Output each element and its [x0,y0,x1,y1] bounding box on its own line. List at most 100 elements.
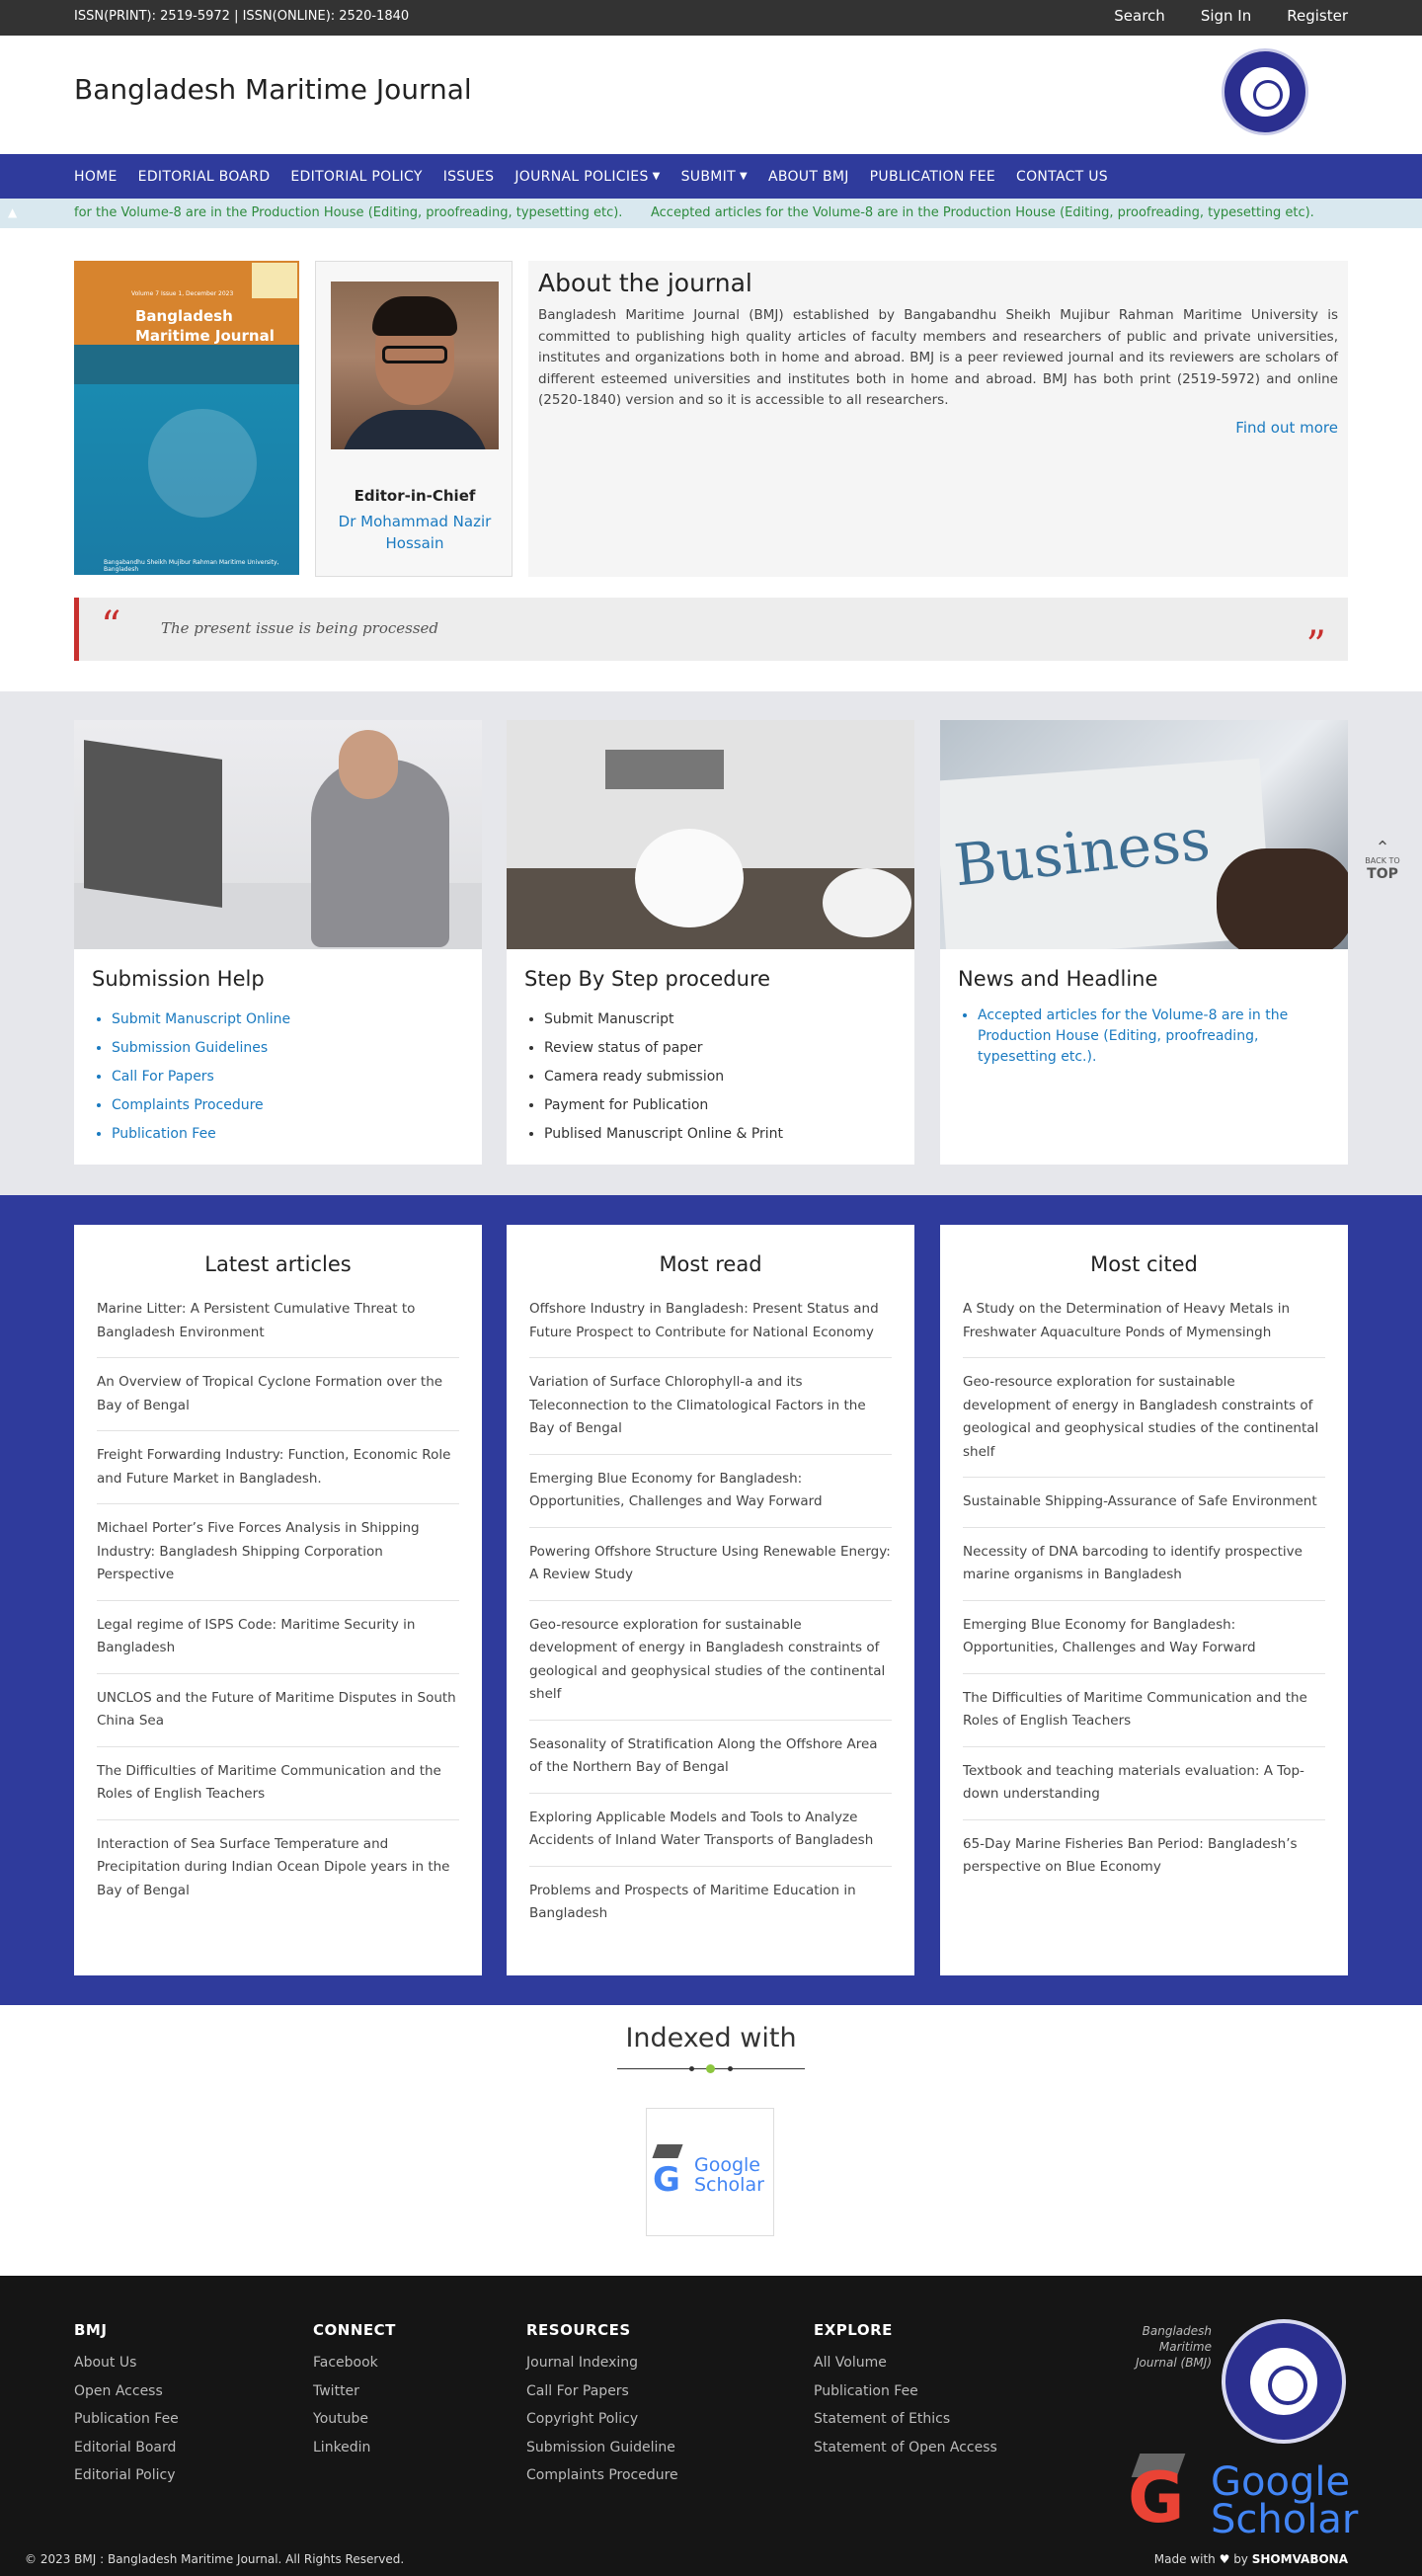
google-scholar-logo[interactable]: G Google Scholar [646,2108,774,2236]
quote-text: The present issue is being processed [161,619,439,637]
divider-dot [706,2064,715,2073]
list-item: Review status of paper [544,1034,783,1063]
google-g-icon: G [653,2160,680,2200]
list-item[interactable]: Submit Manuscript Online [112,1006,290,1034]
article-link[interactable]: A Study on the Determination of Heavy Me… [963,1298,1325,1358]
article-link[interactable]: Marine Litter: A Persistent Cumulative T… [97,1298,459,1358]
find-out-more-link[interactable]: Find out more [1235,419,1338,437]
step-by-step-image [507,720,914,949]
article-link[interactable]: Variation of Surface Chlorophyll-a and i… [529,1371,892,1455]
nav-issues[interactable]: ISSUES [443,169,495,185]
list-item[interactable]: Publication Fee [112,1120,290,1149]
article-link[interactable]: Interaction of Sea Surface Temperature a… [97,1833,459,1916]
footer-link[interactable]: Submission Guideline [526,2434,678,2462]
made-with-credit: Made with ♥ by SHOMVABONA [1153,2552,1348,2566]
footer-link[interactable]: Editorial Board [74,2434,179,2462]
article-link[interactable]: 65-Day Marine Fisheries Ban Period: Bang… [963,1833,1325,1892]
site-title[interactable]: Bangladesh Maritime Journal [74,73,472,106]
site-footer: BMJ About Us Open Access Publication Fee… [0,2276,1422,2576]
footer-link[interactable]: Statement of Ethics [814,2405,997,2434]
article-link[interactable]: Necessity of DNA barcoding to identify p… [963,1541,1325,1601]
news-list: Accepted articles for the Volume-8 are i… [978,1006,1294,1068]
nav-about-bmj[interactable]: ABOUT BMJ [768,169,849,185]
nav-submit[interactable]: SUBMIT ▼ [681,169,748,185]
article-link[interactable]: The Difficulties of Maritime Communicati… [97,1760,459,1820]
list-item: Publised Manuscript Online & Print [544,1120,783,1149]
footer-link[interactable]: Statement of Open Access [814,2434,997,2462]
ticker-item[interactable]: Accepted articles for the Volume-8 are i… [651,205,1314,220]
article-link[interactable]: Problems and Prospects of Maritime Educa… [529,1880,892,1939]
editor-role: Editor-in-Chief [354,487,476,505]
footer-link[interactable]: Publication Fee [814,2377,997,2406]
nav-journal-policies[interactable]: JOURNAL POLICIES ▼ [514,169,660,185]
nav-contact-us[interactable]: CONTACT US [1016,169,1108,185]
footer-link[interactable]: Twitter [313,2377,396,2406]
article-link[interactable]: Emerging Blue Economy for Bangladesh: Op… [529,1468,892,1528]
footer-link[interactable]: Complaints Procedure [526,2461,678,2490]
footer-link[interactable]: Linkedin [313,2434,396,2462]
step-by-step-card: Step By Step procedure Submit Manuscript… [507,720,914,1165]
column-title: Most cited [1090,1252,1198,1276]
footer-col-explore: EXPLORE All Volume Publication Fee State… [814,2321,997,2461]
footer-link[interactable]: Publication Fee [74,2405,179,2434]
article-link[interactable]: Powering Offshore Structure Using Renewa… [529,1541,892,1601]
article-link[interactable]: Textbook and teaching materials evaluati… [963,1760,1325,1820]
list-item[interactable]: Complaints Procedure [112,1091,290,1120]
nav-editorial-policy[interactable]: EDITORIAL POLICY [290,169,422,185]
nav-editorial-board[interactable]: EDITORIAL BOARD [138,169,271,185]
article-link[interactable]: Emerging Blue Economy for Bangladesh: Op… [963,1614,1325,1674]
article-link[interactable]: Geo-resource exploration for sustainable… [963,1371,1325,1478]
footer-google-scholar-logo[interactable]: G Google Scholar [1128,2452,1358,2542]
footer-link[interactable]: Editorial Policy [74,2461,179,2490]
google-g-icon: G [1128,2457,1185,2538]
article-link[interactable]: UNCLOS and the Future of Maritime Disput… [97,1687,459,1747]
register-link[interactable]: Register [1287,7,1348,25]
article-link[interactable]: Freight Forwarding Industry: Function, E… [97,1444,459,1504]
sign-in-link[interactable]: Sign In [1201,7,1251,25]
university-seal-logo[interactable] [1222,48,1308,135]
article-link[interactable]: Exploring Applicable Models and Tools to… [529,1807,892,1867]
submission-help-list: Submit Manuscript Online Submission Guid… [112,1006,290,1149]
submission-help-image [74,720,482,949]
developer-link[interactable]: SHOMVABONA [1252,2552,1348,2566]
footer-link[interactable]: Open Access [74,2377,179,2406]
footer-link[interactable]: Facebook [313,2349,396,2377]
list-item[interactable]: Submission Guidelines [112,1034,290,1063]
article-link[interactable]: Seasonality of Stratification Along the … [529,1733,892,1794]
close-quote-icon: ” [1305,623,1326,669]
article-link[interactable]: Offshore Industry in Bangladesh: Present… [529,1298,892,1358]
footer-link[interactable]: All Volume [814,2349,997,2377]
news-ticker: ▲ for the Volume-8 are in the Production… [0,199,1422,228]
footer-col-bmj: BMJ About Us Open Access Publication Fee… [74,2321,179,2490]
footer-link[interactable]: About Us [74,2349,179,2377]
about-text: Bangladesh Maritime Journal (BMJ) establ… [538,307,1338,408]
article-link[interactable]: An Overview of Tropical Cyclone Formatio… [97,1371,459,1431]
ticker-item[interactable]: for the Volume-8 are in the Production H… [74,205,622,220]
footer-link[interactable]: Call For Papers [526,2377,678,2406]
most-read-column: Most read Offshore Industry in Banglades… [507,1225,914,1975]
cover-volume: Volume 7 Issue 1, December 2023 [131,290,234,297]
article-link[interactable]: The Difficulties of Maritime Communicati… [963,1687,1325,1747]
article-link[interactable]: Geo-resource exploration for sustainable… [529,1614,892,1721]
copyright-text: © 2023 BMJ : Bangladesh Maritime Journal… [25,2552,405,2566]
footer-link[interactable]: Journal Indexing [526,2349,678,2377]
list-item: Submit Manuscript [544,1006,783,1034]
article-link[interactable]: Legal regime of ISPS Code: Maritime Secu… [97,1614,459,1674]
list-item: Camera ready submission [544,1063,783,1091]
editor-name-link[interactable]: Dr Mohammad Nazir Hossain [326,511,504,554]
back-to-top-button[interactable]: ⌃ BACK TO TOP [1363,840,1402,882]
nav-home[interactable]: HOME [74,169,118,185]
journal-cover-image[interactable]: Volume 7 Issue 1, December 2023 Banglade… [74,261,299,575]
article-link[interactable]: Sustainable Shipping-Assurance of Safe E… [963,1490,1325,1528]
article-link[interactable]: Michael Porter’s Five Forces Analysis in… [97,1517,459,1601]
nav-publication-fee[interactable]: PUBLICATION FEE [870,169,995,185]
latest-articles-column: Latest articles Marine Litter: A Persist… [74,1225,482,1975]
footer-link[interactable]: Copyright Policy [526,2405,678,2434]
list-item[interactable]: Call For Papers [112,1063,290,1091]
search-link[interactable]: Search [1114,7,1165,25]
editor-card: Editor-in-Chief Dr Mohammad Nazir Hossai… [315,261,513,577]
main-nav: HOME EDITORIAL BOARD EDITORIAL POLICY IS… [0,154,1422,199]
list-item[interactable]: Accepted articles for the Volume-8 are i… [978,1006,1294,1068]
footer-link[interactable]: Youtube [313,2405,396,2434]
card-title: Step By Step procedure [524,967,771,991]
